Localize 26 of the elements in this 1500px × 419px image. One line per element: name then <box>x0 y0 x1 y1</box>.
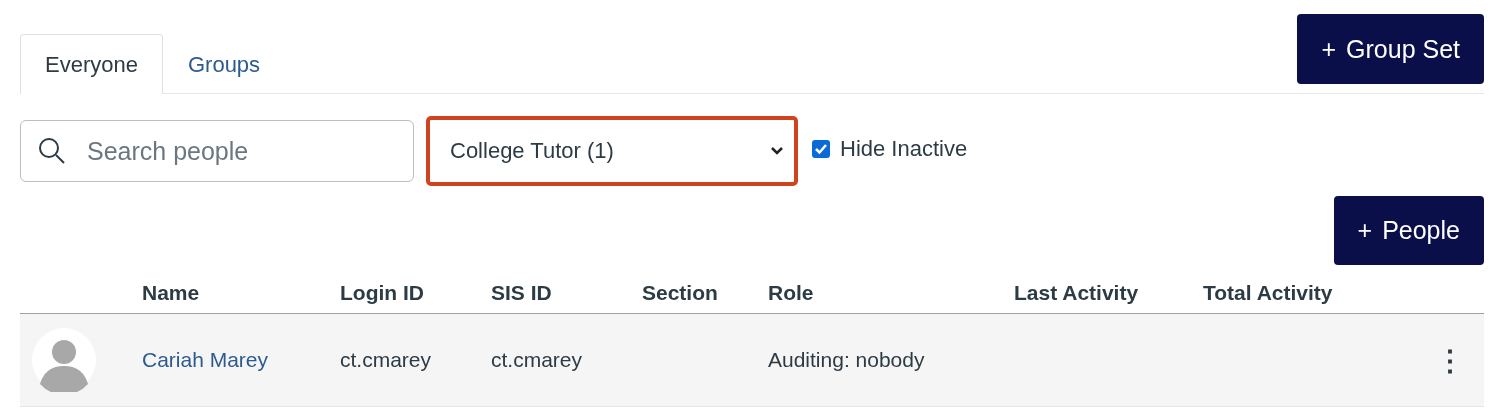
tab[interactable]: Everyone <box>20 34 163 94</box>
search-field[interactable]: Search people <box>20 120 414 182</box>
column-header: Name <box>142 281 200 304</box>
add-people-button[interactable]: + People <box>1333 196 1484 265</box>
avatar-icon <box>32 328 96 392</box>
column-header: Total Activity <box>1203 281 1333 304</box>
table-cell: Auditing: nobody <box>768 348 925 371</box>
checkbox-label: Hide Inactive <box>840 136 968 162</box>
column-header: Last Activity <box>1014 281 1139 304</box>
column-header: Role <box>768 281 814 304</box>
checkbox[interactable] <box>812 140 830 158</box>
search-icon <box>38 137 66 165</box>
column-header: Section <box>642 281 718 304</box>
group-set-button-label: Group Set <box>1346 34 1460 64</box>
plus-icon: + <box>1357 216 1373 245</box>
column-header: SIS ID <box>491 281 552 304</box>
tab[interactable]: Groups <box>162 34 286 94</box>
add-people-button-label: People <box>1382 216 1460 245</box>
table-cell: ct.cmarey <box>340 348 431 371</box>
chevron-down-icon <box>770 146 784 156</box>
role-dropdown[interactable]: College Tutor (1) <box>426 116 798 186</box>
group-set-button[interactable]: + Group Set <box>1297 14 1484 84</box>
plus-icon: + <box>1321 34 1337 64</box>
column-header: Login ID <box>340 281 424 304</box>
person-link[interactable]: Cariah Marey <box>142 348 269 371</box>
table-cell: ct.cmarey <box>491 348 582 371</box>
